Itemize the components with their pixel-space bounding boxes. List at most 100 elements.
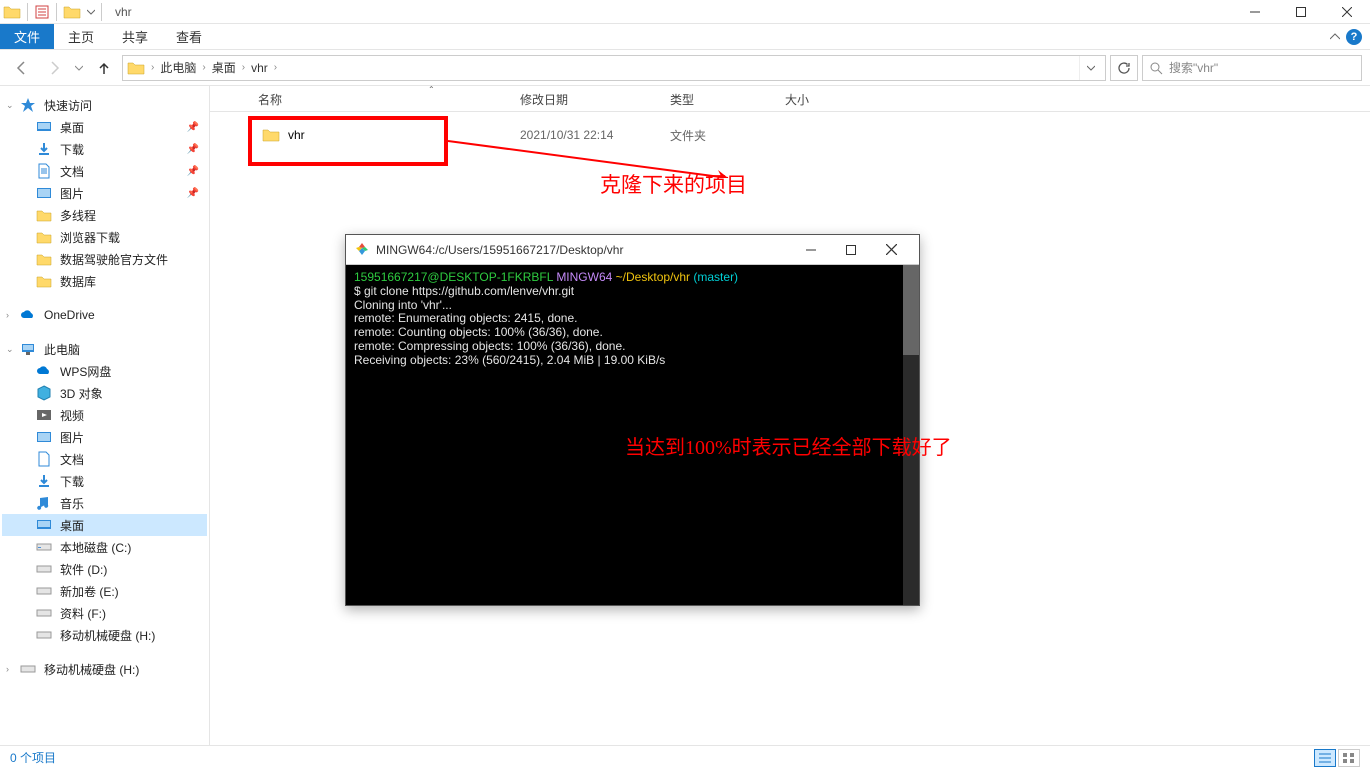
terminal-output[interactable]: 15951667217@DESKTOP-1FKRBFL MINGW64 ~/De… bbox=[346, 265, 919, 374]
crumb-sep[interactable]: › bbox=[240, 62, 247, 73]
recent-dropdown[interactable] bbox=[72, 54, 86, 82]
pin-icon: 📌 bbox=[187, 166, 199, 177]
crumb-desktop[interactable]: 桌面 bbox=[208, 59, 240, 76]
item-count: 0 个项目 bbox=[10, 749, 56, 766]
document-icon bbox=[36, 451, 52, 467]
nav-wps[interactable]: WPS网盘 bbox=[2, 360, 207, 382]
drive-icon bbox=[36, 561, 52, 577]
crumb-sep[interactable]: › bbox=[272, 62, 279, 73]
quick-access-toolbar bbox=[0, 0, 105, 23]
terminal-maximize-button[interactable] bbox=[831, 236, 871, 264]
nav-disk-c[interactable]: 本地磁盘 (C:) bbox=[2, 536, 207, 558]
nav-desktop2[interactable]: 桌面 bbox=[2, 514, 207, 536]
navigation-pane[interactable]: ⌄快速访问 桌面📌 下载📌 文档📌 图片📌 多线程 浏览器下载 数据驾驶舱官方文… bbox=[0, 86, 210, 745]
column-headers: 名称⌃ 修改日期 类型 大小 bbox=[210, 86, 1370, 112]
column-name[interactable]: 名称⌃ bbox=[258, 86, 508, 112]
nav-disk-e[interactable]: 新加卷 (E:) bbox=[2, 580, 207, 602]
nav-3d-objects[interactable]: 3D 对象 bbox=[2, 382, 207, 404]
file-list-pane[interactable]: 名称⌃ 修改日期 类型 大小 vhr 2021/10/31 22:14 文件夹 … bbox=[210, 86, 1370, 745]
terminal-title: MINGW64:/c/Users/15951667217/Desktop/vhr bbox=[376, 243, 623, 257]
refresh-button[interactable] bbox=[1110, 55, 1138, 81]
sort-indicator-icon: ⌃ bbox=[428, 86, 435, 94]
qat-dropdown[interactable] bbox=[84, 1, 98, 23]
address-dropdown[interactable] bbox=[1079, 56, 1101, 80]
nav-onedrive[interactable]: ›OneDrive bbox=[2, 304, 207, 326]
nav-multithread[interactable]: 多线程 bbox=[2, 204, 207, 226]
address-bar[interactable]: › 此电脑 › 桌面 › vhr › bbox=[122, 55, 1106, 81]
nav-disk-f[interactable]: 资料 (F:) bbox=[2, 602, 207, 624]
nav-downloads2[interactable]: 下载 bbox=[2, 470, 207, 492]
terminal-close-button[interactable] bbox=[871, 236, 911, 264]
computer-icon bbox=[20, 341, 36, 357]
picture-icon bbox=[36, 429, 52, 445]
tab-home[interactable]: 主页 bbox=[54, 24, 108, 49]
column-date[interactable]: 修改日期 bbox=[520, 86, 660, 112]
back-button[interactable] bbox=[8, 54, 36, 82]
column-type[interactable]: 类型 bbox=[670, 86, 770, 112]
drive-icon bbox=[36, 627, 52, 643]
minimize-button[interactable] bbox=[1232, 0, 1278, 24]
nav-this-pc[interactable]: ⌄此电脑 bbox=[2, 338, 207, 360]
tab-share[interactable]: 共享 bbox=[108, 24, 162, 49]
tab-file[interactable]: 文件 bbox=[0, 24, 54, 49]
nav-disk-h2[interactable]: ›移动机械硬盘 (H:) bbox=[2, 658, 207, 680]
folder-icon bbox=[36, 273, 52, 289]
nav-disk-d[interactable]: 软件 (D:) bbox=[2, 558, 207, 580]
nav-downloads[interactable]: 下载📌 bbox=[2, 138, 207, 160]
crumb-pc[interactable]: 此电脑 bbox=[156, 59, 200, 76]
picture-icon bbox=[36, 185, 52, 201]
search-input[interactable]: 搜索"vhr" bbox=[1142, 55, 1362, 81]
nav-music[interactable]: 音乐 bbox=[2, 492, 207, 514]
terminal-titlebar[interactable]: MINGW64:/c/Users/15951667217/Desktop/vhr bbox=[346, 235, 919, 265]
annotation-arrow bbox=[448, 138, 738, 178]
annotation-box bbox=[248, 116, 448, 166]
cloud-icon bbox=[36, 363, 52, 379]
pin-icon: 📌 bbox=[187, 122, 199, 133]
navigation-bar: › 此电脑 › 桌面 › vhr › 搜索"vhr" bbox=[0, 50, 1370, 86]
folder-icon bbox=[36, 251, 52, 267]
close-button[interactable] bbox=[1324, 0, 1370, 24]
status-bar: 0 个项目 bbox=[0, 745, 1370, 769]
star-icon bbox=[20, 97, 36, 113]
terminal-minimize-button[interactable] bbox=[791, 236, 831, 264]
nav-disk-h1[interactable]: 移动机械硬盘 (H:) bbox=[2, 624, 207, 646]
desktop-icon bbox=[36, 517, 52, 533]
maximize-button[interactable] bbox=[1278, 0, 1324, 24]
download-icon bbox=[36, 473, 52, 489]
folder-icon bbox=[3, 3, 21, 21]
column-size[interactable]: 大小 bbox=[785, 86, 865, 112]
terminal-window[interactable]: MINGW64:/c/Users/15951667217/Desktop/vhr… bbox=[345, 234, 920, 606]
crumb-sep[interactable]: › bbox=[149, 62, 156, 73]
icons-view-button[interactable] bbox=[1338, 749, 1360, 767]
scrollbar-thumb[interactable] bbox=[903, 265, 919, 355]
folder-icon bbox=[36, 207, 52, 223]
folder-icon bbox=[127, 59, 145, 77]
forward-button[interactable] bbox=[40, 54, 68, 82]
nav-documents[interactable]: 文档📌 bbox=[2, 160, 207, 182]
ribbon-tabs: 文件 主页 共享 查看 ? bbox=[0, 24, 1370, 50]
nav-videos[interactable]: 视频 bbox=[2, 404, 207, 426]
help-icon[interactable]: ? bbox=[1346, 29, 1362, 45]
nav-data-cockpit[interactable]: 数据驾驶舱官方文件 bbox=[2, 248, 207, 270]
cloud-icon bbox=[20, 307, 36, 323]
up-button[interactable] bbox=[90, 54, 118, 82]
nav-database[interactable]: 数据库 bbox=[2, 270, 207, 292]
search-placeholder: 搜索"vhr" bbox=[1169, 59, 1218, 76]
desktop-icon bbox=[36, 119, 52, 135]
nav-desktop[interactable]: 桌面📌 bbox=[2, 116, 207, 138]
document-icon bbox=[36, 163, 52, 179]
crumb-folder[interactable]: vhr bbox=[247, 61, 272, 75]
nav-documents2[interactable]: 文档 bbox=[2, 448, 207, 470]
tab-view[interactable]: 查看 bbox=[162, 24, 216, 49]
ribbon-collapse-icon[interactable] bbox=[1330, 32, 1340, 42]
nav-quick-access[interactable]: ⌄快速访问 bbox=[2, 94, 207, 116]
qat-properties-button[interactable] bbox=[31, 1, 53, 23]
nav-pictures2[interactable]: 图片 bbox=[2, 426, 207, 448]
drive-icon bbox=[36, 539, 52, 555]
nav-pictures[interactable]: 图片📌 bbox=[2, 182, 207, 204]
folder-icon bbox=[36, 229, 52, 245]
nav-browser-download[interactable]: 浏览器下载 bbox=[2, 226, 207, 248]
details-view-button[interactable] bbox=[1314, 749, 1336, 767]
video-icon bbox=[36, 407, 52, 423]
crumb-sep[interactable]: › bbox=[200, 62, 207, 73]
